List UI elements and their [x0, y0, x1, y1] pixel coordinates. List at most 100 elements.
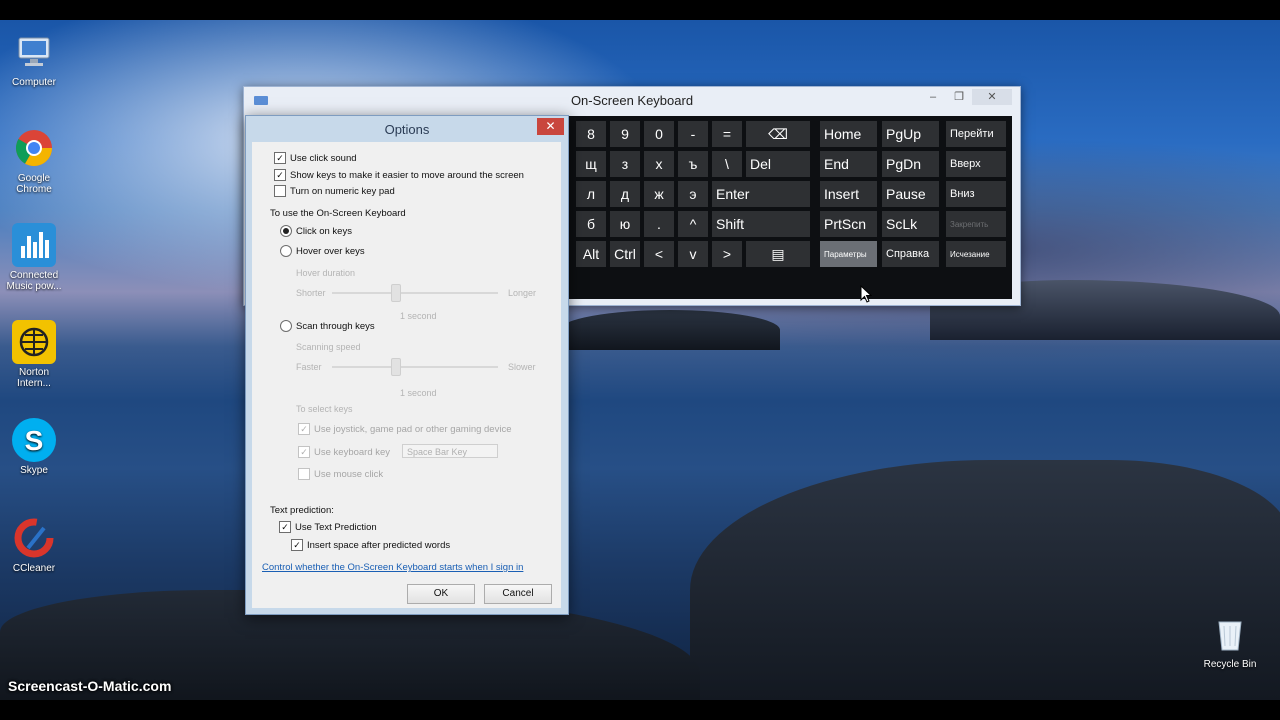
enter-key[interactable]: Enter	[712, 181, 810, 207]
right-arrow-key[interactable]: >	[712, 241, 742, 267]
hover-duration-label: Hover duration	[296, 268, 356, 278]
keyboard-keys: 8 9 0 - = ⌫ щ з х ъ \ Del л д ж э Enter …	[569, 116, 1012, 299]
prtscn-key[interactable]: PrtScn	[820, 211, 877, 237]
key-zhe[interactable]: ж	[644, 181, 674, 207]
ok-button[interactable]: OK	[407, 584, 475, 604]
key-shcha[interactable]: щ	[576, 151, 606, 177]
key-8[interactable]: 8	[576, 121, 606, 147]
osk-title-bar[interactable]: On-Screen Keyboard – ❐ ✕	[244, 87, 1020, 114]
key-9[interactable]: 9	[610, 121, 640, 147]
text-prediction-heading: Text prediction:	[270, 505, 334, 516]
key-equals[interactable]: =	[712, 121, 742, 147]
fade-key[interactable]: Исчезание	[946, 241, 1006, 267]
use-keyboard-key-checkbox[interactable]: ✓ Use keyboard key	[298, 446, 390, 458]
checkmark-icon: ✓	[279, 521, 291, 533]
scanning-speed-slider-track	[332, 366, 498, 368]
radio-selected-icon	[280, 225, 292, 237]
key-ze[interactable]: з	[610, 151, 640, 177]
slower-label: Slower	[508, 362, 536, 372]
ctrl-key[interactable]: Ctrl	[610, 241, 640, 267]
computer-icon[interactable]: Computer	[1, 30, 67, 88]
insert-space-checkbox[interactable]: ✓ Insert space after predicted words	[291, 539, 450, 551]
recycle-bin-icon[interactable]: Recycle Bin	[1197, 612, 1263, 670]
insert-key[interactable]: Insert	[820, 181, 877, 207]
key-de[interactable]: д	[610, 181, 640, 207]
unchecked-box-icon	[298, 468, 310, 480]
down-arrow-key[interactable]: v	[678, 241, 708, 267]
scanning-speed-label: Scanning speed	[296, 342, 361, 352]
key-yu[interactable]: ю	[610, 211, 640, 237]
mouse-cursor-icon	[860, 285, 872, 303]
keyboard-key-dropdown[interactable]: Space Bar Key	[402, 444, 498, 458]
use-text-prediction-checkbox[interactable]: ✓ Use Text Prediction	[279, 521, 377, 533]
options-key[interactable]: Параметры	[820, 241, 877, 267]
key-el[interactable]: л	[576, 181, 606, 207]
ccleaner-icon[interactable]: CCleaner	[1, 516, 67, 574]
left-arrow-key[interactable]: <	[644, 241, 674, 267]
pause-key[interactable]: Pause	[882, 181, 939, 207]
shorter-label: Shorter	[296, 288, 326, 298]
key-kha[interactable]: х	[644, 151, 674, 177]
show-keys-checkbox[interactable]: ✓ Show keys to make it easier to move aro…	[274, 169, 524, 181]
key-backslash[interactable]: \	[712, 151, 742, 177]
key-period[interactable]: .	[644, 211, 674, 237]
checkmark-icon: ✓	[291, 539, 303, 551]
sclk-key[interactable]: ScLk	[882, 211, 939, 237]
key-hard-sign[interactable]: ъ	[678, 151, 708, 177]
use-osk-heading: To use the On-Screen Keyboard	[270, 208, 406, 219]
cancel-button[interactable]: Cancel	[484, 584, 552, 604]
home-key[interactable]: Home	[820, 121, 877, 147]
end-key[interactable]: End	[820, 151, 877, 177]
goto-key[interactable]: Перейти	[946, 121, 1006, 147]
use-text-prediction-label: Use Text Prediction	[295, 521, 377, 533]
key-0[interactable]: 0	[644, 121, 674, 147]
close-button[interactable]: ✕	[972, 89, 1012, 105]
control-startup-link[interactable]: Control whether the On-Screen Keyboard s…	[262, 562, 523, 573]
menu-key-icon[interactable]: ▤	[746, 241, 810, 267]
scan-through-keys-radio[interactable]: Scan through keys	[280, 320, 375, 332]
alt-key[interactable]: Alt	[576, 241, 606, 267]
numeric-keypad-checkbox[interactable]: Turn on numeric key pad	[274, 185, 395, 197]
key-minus[interactable]: -	[678, 121, 708, 147]
norton-icon[interactable]: Norton Intern...	[1, 320, 67, 389]
shift-key[interactable]: Shift	[712, 211, 810, 237]
pgup-key[interactable]: PgUp	[882, 121, 939, 147]
checkmark-icon: ✓	[298, 446, 310, 458]
use-mouse-click-checkbox[interactable]: Use mouse click	[298, 468, 383, 480]
click-on-keys-radio[interactable]: Click on keys	[280, 225, 352, 237]
use-mouse-click-label: Use mouse click	[314, 468, 384, 480]
unchecked-box-icon	[274, 185, 286, 197]
options-close-button[interactable]: ✕	[537, 118, 564, 135]
backspace-key[interactable]: ⌫	[746, 121, 810, 147]
use-click-sound-label: Use click sound	[290, 152, 357, 164]
use-joystick-checkbox[interactable]: ✓ Use joystick, game pad or other gaming …	[298, 423, 512, 435]
scanning-speed-slider-thumb[interactable]	[391, 358, 401, 376]
checkmark-icon: ✓	[274, 152, 286, 164]
skype-icon[interactable]: S Skype	[1, 418, 67, 476]
maximize-button[interactable]: ❐	[946, 89, 972, 105]
use-click-sound-checkbox[interactable]: ✓ Use click sound	[274, 152, 357, 164]
use-keyboard-key-label: Use keyboard key	[314, 446, 391, 458]
options-content: ✓ Use click sound ✓ Show keys to make it e…	[252, 142, 561, 608]
screencast-watermark: Screencast-O-Matic.com	[8, 678, 172, 694]
up-key[interactable]: Вверх	[946, 151, 1006, 177]
key-e[interactable]: э	[678, 181, 708, 207]
pgdn-key[interactable]: PgDn	[882, 151, 939, 177]
key-be[interactable]: б	[576, 211, 606, 237]
delete-key[interactable]: Del	[746, 151, 810, 177]
top-letterbox	[0, 0, 1280, 20]
help-key[interactable]: Справка	[882, 241, 939, 267]
hover-over-keys-radio[interactable]: Hover over keys	[280, 245, 365, 257]
chrome-icon[interactable]: Google Chrome	[1, 126, 67, 195]
options-dialog[interactable]: Options ✕ ✓ Use click sound ✓ Show keys to…	[245, 115, 569, 615]
computer-label: Computer	[12, 77, 56, 88]
up-arrow-key[interactable]: ^	[678, 211, 708, 237]
hover-duration-slider-thumb[interactable]	[391, 284, 401, 302]
minimize-button[interactable]: –	[920, 89, 946, 105]
monitor-icon	[12, 30, 56, 74]
checkmark-icon: ✓	[298, 423, 310, 435]
scan-through-keys-label: Scan through keys	[296, 320, 375, 332]
down-key[interactable]: Вниз	[946, 181, 1006, 207]
dock-key[interactable]: Закрепить	[946, 211, 1006, 237]
connected-music-icon[interactable]: Connected Music pow...	[1, 223, 67, 292]
